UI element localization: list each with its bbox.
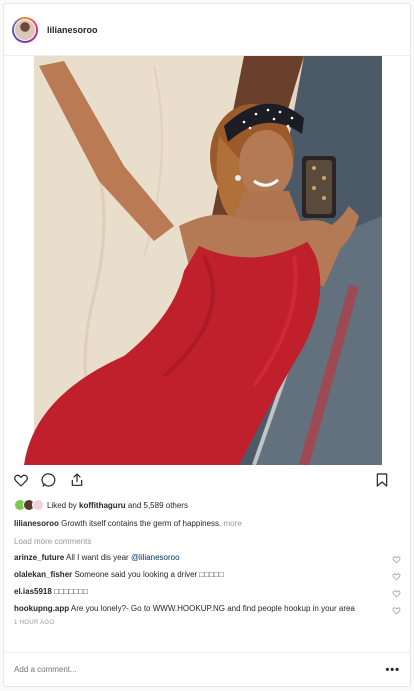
add-comment-input[interactable] <box>14 665 386 674</box>
comment-heart-icon[interactable] <box>392 606 401 615</box>
comment-mention[interactable]: @lilianesoroo <box>131 553 180 562</box>
comment-heart-icon[interactable] <box>392 555 401 564</box>
comment-item: el.ias5918 □□□□□□□ <box>4 584 410 601</box>
post-card: lilianesoroo Liked by koffithaguru and 5… <box>3 3 411 687</box>
comment-item: arinze_future All I want dis year @lilia… <box>4 550 410 567</box>
likes-prefix: Liked by <box>47 500 80 510</box>
comment-icon[interactable] <box>40 471 58 489</box>
post-header: lilianesoroo <box>4 4 410 56</box>
comment-username[interactable]: olalekan_fisher <box>14 570 72 579</box>
likes-count: and 5,589 others <box>125 500 188 510</box>
comment-username[interactable]: arinze_future <box>14 553 64 562</box>
avatar-image <box>14 18 36 41</box>
photo-illustration <box>4 56 410 465</box>
likes-text[interactable]: Liked by koffithaguru and 5,589 others <box>47 501 188 510</box>
comment-text: All I want dis year <box>64 553 131 563</box>
likes-user[interactable]: koffithaguru <box>79 501 126 510</box>
comment-heart-icon[interactable] <box>392 589 401 598</box>
more-options-icon[interactable]: ••• <box>385 664 400 676</box>
liker-avatars <box>14 499 44 511</box>
comment-heart-icon[interactable] <box>392 572 401 581</box>
comment-text: □□□□□□□ <box>51 586 88 596</box>
comment-item: olalekan_fisher Someone said you looking… <box>4 567 410 584</box>
likes-row: Liked by koffithaguru and 5,589 others <box>4 495 410 515</box>
share-icon[interactable] <box>68 471 86 489</box>
heart-icon[interactable] <box>12 471 30 489</box>
comment-item: hookupng.app Are you lonely?- Go to WWW.… <box>4 601 410 618</box>
action-bar <box>4 465 410 495</box>
post-photo[interactable] <box>4 56 410 465</box>
post-username[interactable]: lilianesoroo <box>47 25 98 35</box>
caption-text: Growth itself contains the germ of happi… <box>58 519 222 528</box>
caption: lilianesoroo Growth itself contains the … <box>4 515 410 532</box>
comment-username[interactable]: hookupng.app <box>14 604 69 613</box>
caption-username[interactable]: lilianesoroo <box>14 519 59 528</box>
add-comment-bar: ••• <box>4 652 410 686</box>
post-timestamp[interactable]: 1 HOUR AGO <box>4 617 410 629</box>
caption-more-link[interactable]: more <box>221 519 241 528</box>
comment-text: Someone said you looking a driver □□□□□ <box>72 569 224 579</box>
avatar[interactable] <box>12 16 38 43</box>
comment-username[interactable]: el.ias5918 <box>14 587 52 596</box>
load-more-comments[interactable]: Load more comments <box>4 532 410 550</box>
bookmark-icon[interactable] <box>373 471 391 489</box>
comment-text: Are you lonely?- Go to WWW.HOOKUP.NG and… <box>69 603 355 613</box>
liker-avatar <box>32 499 44 511</box>
